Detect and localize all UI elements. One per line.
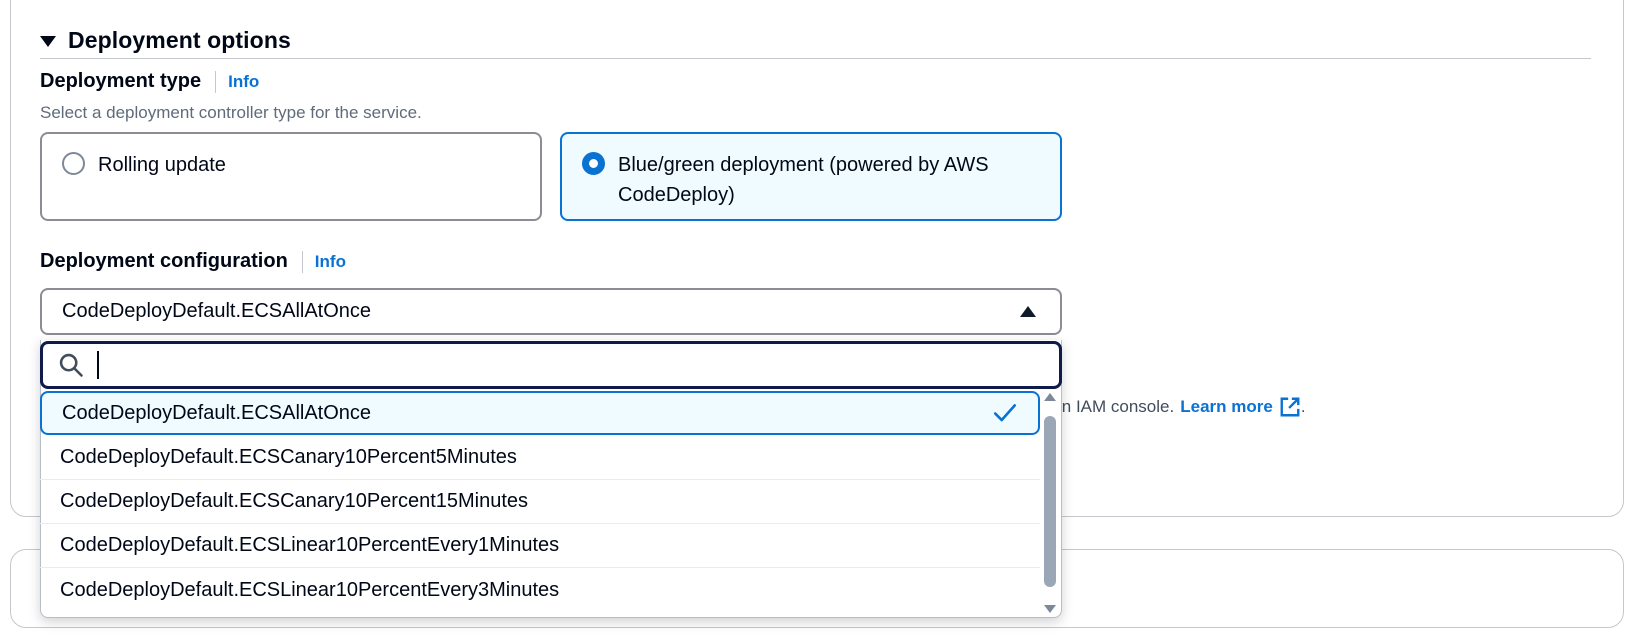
deployment-configuration-label-row: Deployment configuration Info [40,250,346,273]
scroll-thumb[interactable] [1044,416,1056,587]
option-label: CodeDeployDefault.ECSLinear10PercentEver… [60,534,560,556]
external-link-icon [1280,397,1300,417]
scroll-up-arrow-icon[interactable] [1044,393,1056,401]
divider [215,70,217,93]
option-label: CodeDeployDefault.ECSLinear10PercentEver… [60,578,560,601]
helper-trailing: . [1300,397,1306,416]
deployment-type-info-link[interactable]: Info [228,72,259,92]
option-ecs-canary-10-15[interactable]: CodeDeployDefault.ECSCanary10Percent15Mi… [40,480,1040,524]
option-label: CodeDeployDefault.ECSCanary10Percent15Mi… [60,490,529,512]
caret-down-icon[interactable] [40,35,56,47]
divider [301,250,303,273]
search-input[interactable] [97,353,1059,377]
option-ecs-canary-10-5[interactable]: CodeDeployDefault.ECSCanary10Percent5Min… [40,436,1040,480]
dropdown-search-field[interactable] [40,341,1062,389]
dropdown-scrollbar[interactable] [1040,391,1060,615]
deployment-type-label-row: Deployment type Info [40,70,259,93]
radio-tile-rolling-update[interactable]: Rolling update [40,132,542,221]
radio-tile-label: Rolling update [98,154,226,176]
option-ecs-all-at-once[interactable]: CodeDeployDefault.ECSAllAtOnce [40,391,1040,435]
radio-button[interactable] [62,152,85,175]
radio-tile-label: Blue/green deployment (powered by AWS Co… [618,154,989,206]
radio-button-checked[interactable] [582,152,605,175]
deployment-type-label: Deployment type [40,70,202,92]
radio-tile-blue-green[interactable]: Blue/green deployment (powered by AWS Co… [560,132,1062,221]
section-title: Deployment options [68,26,291,53]
learn-more-link[interactable]: Learn more [1180,396,1301,418]
deployment-type-description: Select a deployment controller type for … [40,103,422,122]
iam-helper-text: in IAM console. Learn more . [1058,396,1306,418]
deployment-configuration-info-link[interactable]: Info [315,252,346,272]
section-header[interactable]: Deployment options [40,22,1591,59]
scroll-down-arrow-icon[interactable] [1044,605,1056,613]
page: Deployment options Deployment type Info … [0,0,1632,639]
option-ecs-linear-10-1[interactable]: CodeDeployDefault.ECSLinear10PercentEver… [40,524,1040,568]
select-value: CodeDeployDefault.ECSAllAtOnce [62,300,372,322]
option-ecs-linear-10-3[interactable]: CodeDeployDefault.ECSLinear10PercentEver… [40,568,1040,612]
deployment-configuration-select[interactable]: CodeDeployDefault.ECSAllAtOnce [40,288,1062,335]
check-icon [993,404,1017,422]
helper-text: in IAM console. [1058,397,1175,416]
learn-more-label: Learn more [1180,397,1273,416]
caret-up-icon [1020,306,1036,317]
search-icon [59,353,83,377]
options-list: CodeDeployDefault.ECSAllAtOnce CodeDeplo… [40,391,1040,612]
option-label: CodeDeployDefault.ECSAllAtOnce [62,401,372,424]
option-label: CodeDeployDefault.ECSCanary10Percent5Min… [60,446,517,468]
deployment-configuration-label: Deployment configuration [40,250,288,272]
